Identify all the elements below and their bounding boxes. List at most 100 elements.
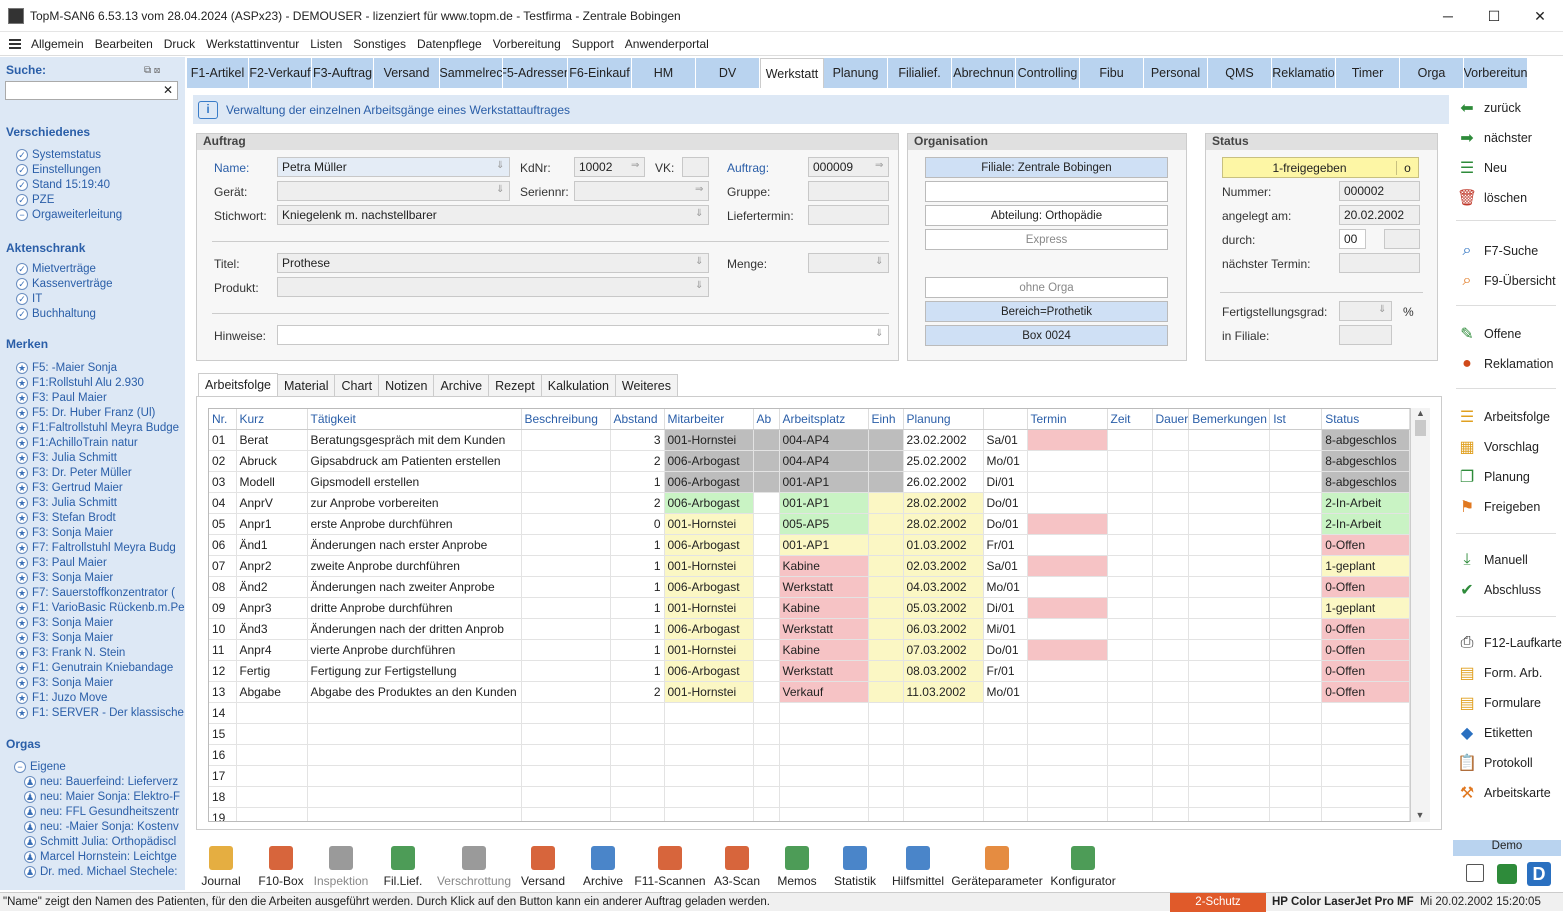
grid-cell-planung[interactable]: 28.02.2002 [903, 513, 984, 535]
action-manuell[interactable]: ⤓ Manuell [1456, 548, 1527, 572]
grid-cell-bemerkungen[interactable] [1188, 513, 1271, 535]
grid-cell-kurz[interactable]: Anpr1 [236, 513, 308, 535]
grid-cell-ist[interactable] [1269, 471, 1323, 493]
grid-cell-kurz[interactable]: Berat [236, 429, 308, 451]
tab-f6-einkauf[interactable]: F6-Einkauf [568, 58, 632, 88]
grid-cell-ab[interactable] [753, 450, 780, 472]
grid-cell-arbeitsplatz[interactable] [779, 723, 869, 745]
grid-cell-arbeitsplatz[interactable] [779, 765, 869, 787]
grid-cell-zeit[interactable] [1107, 597, 1153, 619]
grid-cell-termin[interactable] [1027, 492, 1108, 514]
grid-cell-day[interactable] [983, 702, 1028, 724]
action-formulare[interactable]: ▤ Formulare [1456, 691, 1541, 715]
grid-cell-arbeitsplatz[interactable]: Werkstatt [779, 660, 869, 682]
sidebar-item-f3-sonja-maier[interactable]: ★ F3: Sonja Maier [16, 675, 113, 690]
grid-cell-bemerkungen[interactable] [1188, 786, 1271, 808]
grid-cell-bemerkungen[interactable] [1188, 765, 1271, 787]
table-row[interactable]: 17 [209, 765, 1411, 787]
grid-cell-planung[interactable]: 25.02.2002 [903, 450, 984, 472]
tab-fibu[interactable]: Fibu [1080, 58, 1144, 88]
grid-cell-ab[interactable] [753, 786, 780, 808]
grid-cell-ist[interactable] [1269, 597, 1323, 619]
sidebar-item-dr-med-michael-stechele[interactable]: ♟ Dr. med. Michael Stechele: [24, 864, 177, 879]
sidebar-window-icons[interactable]: ⧉ ⊠ [144, 65, 160, 76]
action-abschluss[interactable]: ✔ Abschluss [1456, 578, 1541, 602]
subtab-notizen[interactable]: Notizen [378, 374, 435, 396]
grid-cell-abstand[interactable]: 1 [610, 555, 665, 577]
sidebar-item-f3-frank-n-stein[interactable]: ★ F3: Frank N. Stein [16, 645, 125, 660]
liefertermin-field[interactable] [808, 205, 889, 225]
grid-cell-bemerkungen[interactable] [1188, 660, 1271, 682]
grid-cell-day[interactable] [983, 765, 1028, 787]
grid-cell-dauer[interactable] [1152, 681, 1190, 703]
grid-cell-tätigkeit[interactable]: vierte Anprobe durchführen [307, 639, 522, 661]
grid-cell-status[interactable]: 2-In-Arbeit [1321, 513, 1411, 535]
grid-cell-nr[interactable]: 03 [209, 471, 237, 493]
org-empty-button[interactable] [925, 181, 1168, 202]
table-row[interactable]: 01 Berat Beratungsgespräch mit dem Kunden 3… [209, 429, 1411, 451]
action-form-arb[interactable]: ▤ Form. Arb. [1456, 661, 1542, 685]
grid-cell-day[interactable]: Di/01 [983, 471, 1028, 493]
grid-cell-planung[interactable]: 06.03.2002 [903, 618, 984, 640]
grid-cell-kurz[interactable] [236, 807, 308, 821]
sidebar-item-mietverträge[interactable]: ✓ Mietverträge [16, 261, 96, 276]
grid-cell-beschreibung[interactable] [521, 660, 611, 682]
sidebar-item-stand-15-19-40[interactable]: ✓ Stand 15:19:40 [16, 177, 110, 192]
grid-cell-dauer[interactable] [1152, 618, 1190, 640]
grid-cell-einh[interactable] [868, 429, 904, 451]
tab-timer[interactable]: Timer [1336, 58, 1400, 88]
grid-cell-planung[interactable]: 01.03.2002 [903, 534, 984, 556]
grid-cell-ist[interactable] [1269, 618, 1323, 640]
grid-cell-arbeitsplatz[interactable]: 001-AP1 [779, 492, 869, 514]
grid-cell-dauer[interactable] [1152, 639, 1190, 661]
subtab-rezept[interactable]: Rezept [488, 374, 542, 396]
grid-cell-beschreibung[interactable] [521, 618, 611, 640]
grid-cell-status[interactable]: 0-Offen [1321, 660, 1411, 682]
grid-cell-planung[interactable] [903, 744, 984, 766]
grid-cell-einh[interactable] [868, 492, 904, 514]
grid-cell-kurz[interactable] [236, 723, 308, 745]
subtab-chart[interactable]: Chart [334, 374, 380, 396]
grid-cell-abstand[interactable]: 1 [610, 660, 665, 682]
grid-cell-ab[interactable] [753, 597, 780, 619]
grid-cell-dauer[interactable] [1152, 534, 1190, 556]
sidebar-item-pze[interactable]: ✓ PZE [16, 192, 54, 207]
grid-cell-bemerkungen[interactable] [1188, 534, 1271, 556]
grid-cell-nr[interactable]: 07 [209, 555, 237, 577]
grid-cell-ist[interactable] [1269, 450, 1323, 472]
sidebar-item-f1-juzo-move[interactable]: ★ F1: Juzo Move [16, 690, 107, 705]
sidebar-item-f3-sonja-maier[interactable]: ★ F3: Sonja Maier [16, 570, 113, 585]
table-row[interactable]: 12 Fertig Fertigung zur Fertigstellung 1 006… [209, 660, 1411, 682]
grid-cell-mitarbeiter[interactable] [664, 744, 754, 766]
table-row[interactable]: 05 Anpr1 erste Anprobe durchführen 0 001-Hor… [209, 513, 1411, 535]
column-header-status[interactable]: Status [1321, 409, 1411, 430]
grid-cell-termin[interactable] [1027, 576, 1108, 598]
grid-cell-einh[interactable] [868, 765, 904, 787]
grid-cell-mitarbeiter[interactable]: 006-Arbogast [664, 660, 754, 682]
sidebar-item-f1-genutrain-kniebandage[interactable]: ★ F1: Genutrain Kniebandage [16, 660, 173, 675]
grid-cell-ab[interactable] [753, 492, 780, 514]
column-header-mitarbeiter[interactable]: Mitarbeiter [664, 409, 754, 430]
grid-cell-zeit[interactable] [1107, 471, 1153, 493]
sidebar-item-einstellungen[interactable]: ✓ Einstellungen [16, 162, 101, 177]
grid-cell-einh[interactable] [868, 534, 904, 556]
stichwort-field[interactable]: Kniegelenk m. nachstellbarer ⇓ [277, 205, 709, 225]
grid-cell-mitarbeiter[interactable] [664, 723, 754, 745]
grid-cell-ist[interactable] [1269, 744, 1323, 766]
action-planung[interactable]: ❐ Planung [1456, 465, 1530, 489]
sidebar-item-neu-bauerfeind-lieferverz[interactable]: ♟ neu: Bauerfeind: Lieferverz [24, 774, 178, 789]
grid-cell-day[interactable]: Mo/01 [983, 681, 1028, 703]
grid-cell-arbeitsplatz[interactable]: 001-AP1 [779, 534, 869, 556]
angelegt-field[interactable]: 20.02.2002 [1339, 205, 1420, 225]
grid-cell-zeit[interactable] [1107, 534, 1153, 556]
grid-cell-dauer[interactable] [1152, 555, 1190, 577]
message-icon[interactable] [1466, 864, 1484, 882]
grid-cell-planung[interactable]: 26.02.2002 [903, 471, 984, 493]
grid-cell-status[interactable] [1321, 765, 1411, 787]
filiale-field[interactable] [1339, 325, 1392, 345]
grid-cell-bemerkungen[interactable] [1188, 471, 1271, 493]
grid-cell-ist[interactable] [1269, 492, 1323, 514]
grid-cell-nr[interactable]: 08 [209, 576, 237, 598]
grid-cell-planung[interactable]: 02.03.2002 [903, 555, 984, 577]
toolbar-f10-box[interactable]: F10-Box [252, 840, 310, 890]
